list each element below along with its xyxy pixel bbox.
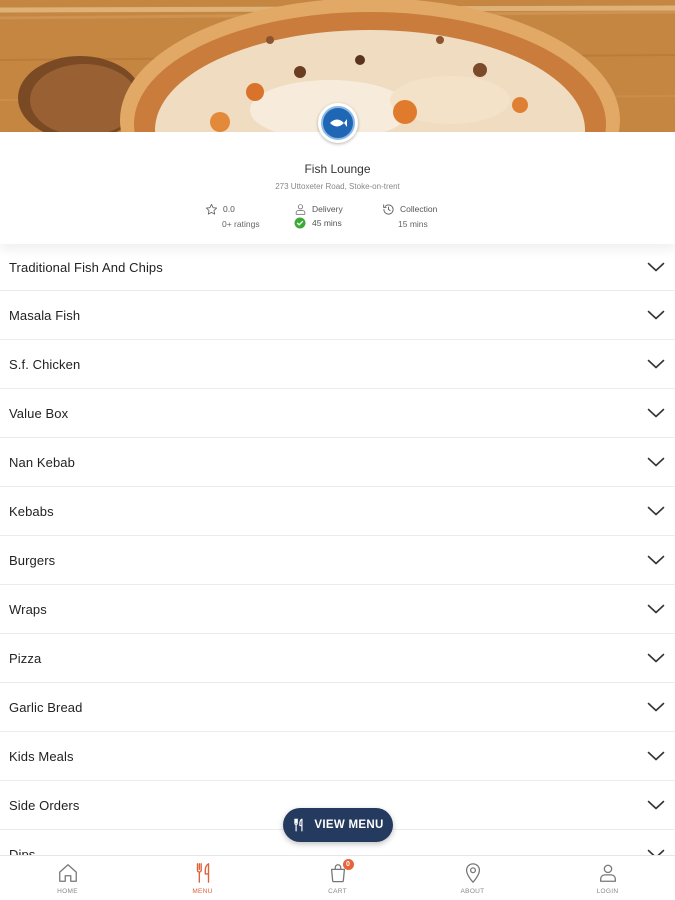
- restaurant-info: Fish Lounge 273 Uttoxeter Road, Stoke-on…: [0, 132, 675, 244]
- nav-item-login[interactable]: LOGIN: [540, 856, 675, 900]
- home-icon: [57, 862, 79, 884]
- menu-category-label: Traditional Fish And Chips: [9, 259, 163, 275]
- chevron-down-icon[interactable]: [647, 457, 665, 467]
- nav-item-menu[interactable]: MENU: [135, 856, 270, 900]
- menu-category-label: Wraps: [9, 601, 47, 617]
- location-pin-icon: [462, 862, 484, 884]
- menu-category-label: Kebabs: [9, 503, 54, 519]
- rating-count: 0+ ratings: [222, 219, 260, 229]
- menu-category-item[interactable]: Garlic Bread: [0, 683, 675, 732]
- clock-history-icon: [382, 203, 395, 216]
- view-menu-button[interactable]: VIEW MENU: [283, 808, 393, 842]
- check-circle-icon: [294, 217, 307, 230]
- nav-label: LOGIN: [596, 888, 619, 895]
- menu-category-label: Pizza: [9, 650, 42, 666]
- fish-logo-icon: [330, 119, 347, 127]
- menu-category-item[interactable]: Kebabs: [0, 487, 675, 536]
- menu-category-label: Value Box: [9, 405, 69, 421]
- delivery-label: Delivery: [312, 204, 343, 214]
- chevron-down-icon[interactable]: [647, 310, 665, 320]
- nav-label: CART: [328, 888, 347, 895]
- chevron-down-icon[interactable]: [647, 653, 665, 663]
- menu-category-label: Garlic Bread: [9, 699, 83, 715]
- collection-label: Collection: [400, 204, 438, 214]
- menu-category-item[interactable]: Burgers: [0, 536, 675, 585]
- cutlery-icon: [292, 818, 306, 832]
- menu-category-item[interactable]: Pizza: [0, 634, 675, 683]
- menu-category-item[interactable]: Traditional Fish And Chips: [0, 244, 675, 291]
- menu-category-item[interactable]: Value Box: [0, 389, 675, 438]
- menu-category-item[interactable]: Masala Fish: [0, 291, 675, 340]
- menu-category-label: Kids Meals: [9, 748, 74, 764]
- delivery-stat: Delivery 45 mins: [294, 202, 343, 230]
- view-menu-label: VIEW MENU: [314, 819, 384, 831]
- collection-stat: Collection 15 mins: [382, 202, 437, 230]
- chevron-down-icon[interactable]: [647, 506, 665, 516]
- cutlery-icon: [192, 862, 214, 884]
- restaurant-logo: [318, 103, 358, 143]
- menu-category-label: S.f. Chicken: [9, 356, 81, 372]
- chevron-down-icon[interactable]: [647, 604, 665, 614]
- collection-time: 15 mins: [398, 219, 428, 229]
- menu-category-label: Masala Fish: [9, 307, 81, 323]
- rating-stat: 0.0 0+ ratings: [205, 202, 260, 230]
- menu-category-label: Nan Kebab: [9, 454, 75, 470]
- menu-category-item[interactable]: Kids Meals: [0, 732, 675, 781]
- chevron-down-icon[interactable]: [647, 555, 665, 565]
- chevron-down-icon[interactable]: [647, 408, 665, 418]
- menu-category-item[interactable]: Wraps: [0, 585, 675, 634]
- delivery-person-icon: [294, 203, 307, 216]
- star-icon: [205, 203, 218, 216]
- user-icon: [597, 862, 619, 884]
- menu-category-item[interactable]: Nan Kebab: [0, 438, 675, 487]
- rating-value: 0.0: [223, 204, 235, 214]
- nav-label: HOME: [57, 888, 78, 895]
- menu-category-label: Burgers: [9, 552, 56, 568]
- nav-item-cart[interactable]: 0 CART: [270, 856, 405, 900]
- menu-category-item[interactable]: S.f. Chicken: [0, 340, 675, 389]
- chevron-down-icon[interactable]: [647, 702, 665, 712]
- menu-category-label: Side Orders: [9, 797, 80, 813]
- restaurant-name: Fish Lounge: [304, 162, 371, 176]
- chevron-down-icon[interactable]: [647, 800, 665, 810]
- nav-label: ABOUT: [460, 888, 485, 895]
- cart-badge: 0: [342, 859, 354, 870]
- nav-item-about[interactable]: ABOUT: [405, 856, 540, 900]
- delivery-time: 45 mins: [312, 218, 342, 228]
- chevron-down-icon[interactable]: [647, 262, 665, 272]
- bottom-navigation: HOME MENU 0 CART ABOUT LOGIN: [0, 855, 675, 900]
- restaurant-address: 273 Uttoxeter Road, Stoke-on-trent: [275, 182, 400, 191]
- nav-item-home[interactable]: HOME: [0, 856, 135, 900]
- chevron-down-icon[interactable]: [647, 751, 665, 761]
- chevron-down-icon[interactable]: [647, 359, 665, 369]
- menu-category-list: Traditional Fish And Chips Masala Fish S…: [0, 244, 675, 879]
- nav-label: MENU: [192, 888, 213, 895]
